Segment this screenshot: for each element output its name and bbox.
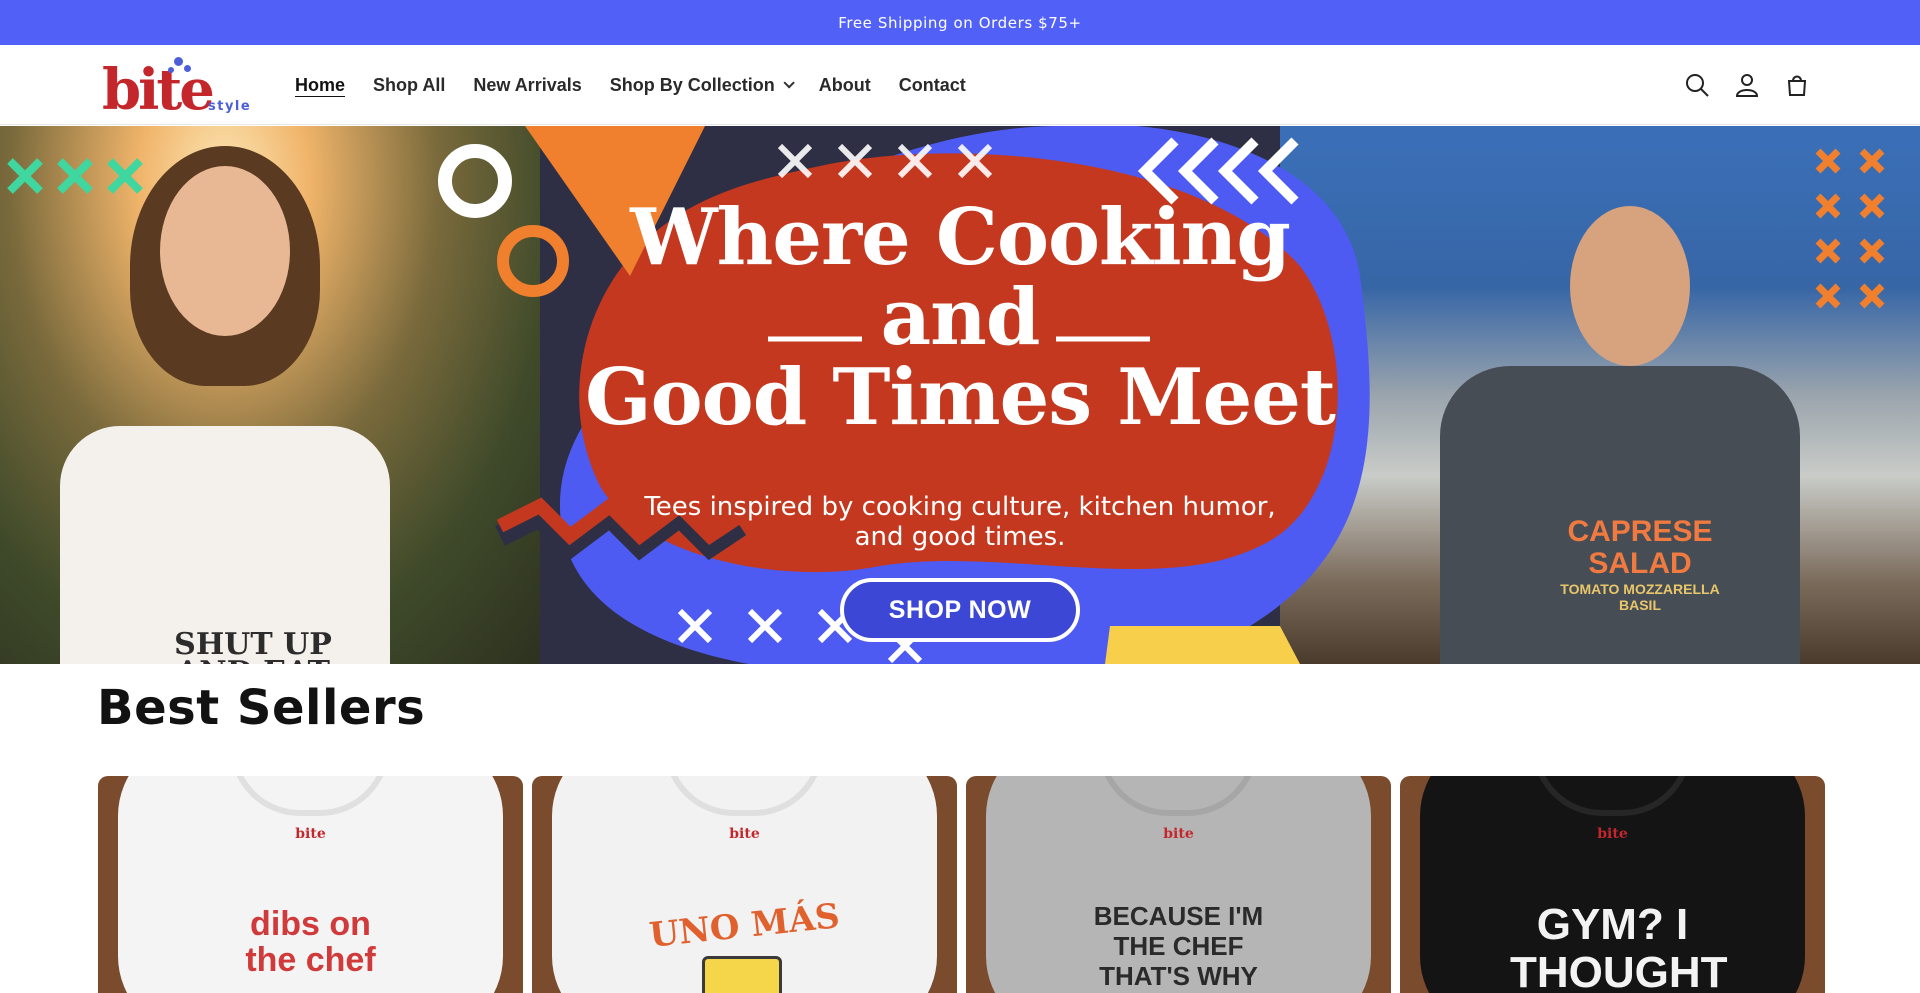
product-card[interactable]: bite dibs on the chef	[98, 776, 523, 993]
brand-subtitle: style	[208, 99, 252, 114]
hero-title-line: Where Cooking	[630, 192, 1291, 283]
header-icons	[1672, 45, 1822, 125]
tee-print-glass	[702, 956, 782, 993]
announcement-bar: Free Shipping on Orders $75+	[0, 0, 1920, 45]
tee-brand-label: bite	[729, 826, 760, 842]
brand-logo[interactable]: bite style	[102, 55, 252, 123]
nav-item-shop-all[interactable]: Shop All	[359, 65, 459, 105]
tee-print-text: BECAUSE I'M THE CHEF THAT'S WHY	[1093, 901, 1264, 991]
tee-print-text: GYM? I THOUGHT	[1510, 900, 1728, 993]
cart-icon[interactable]	[1772, 60, 1822, 110]
announcement-text: Free Shipping on Orders $75+	[838, 13, 1082, 32]
hero-title-line: and	[880, 272, 1041, 363]
nav-item-home[interactable]: Home	[281, 65, 359, 105]
hero-title-line: Good Times Meet	[585, 352, 1336, 443]
section-title-best-sellers: Best Sellers	[97, 680, 426, 736]
nav-item-shop-by-collection[interactable]: Shop By Collection	[596, 65, 805, 105]
brand-wordmark: bite	[102, 57, 215, 123]
hero-title: Where Cooking and Good Times Meet	[560, 198, 1360, 438]
product-card[interactable]: bite UNO MÁS	[532, 776, 957, 993]
site-header: bite style Home Shop All New Arrivals Sh…	[0, 45, 1920, 125]
shop-now-button[interactable]: SHOP NOW	[840, 578, 1080, 642]
logo-dot	[174, 57, 183, 66]
nav-item-label: Shop By Collection	[609, 74, 775, 95]
nav-item-about[interactable]: About	[805, 65, 885, 105]
logo-dot	[168, 67, 174, 73]
product-card[interactable]: bite GYM? I THOUGHT	[1400, 776, 1825, 993]
tee-brand-label: bite	[1597, 826, 1628, 842]
chevron-down-icon	[783, 77, 795, 89]
product-card[interactable]: bite BECAUSE I'M THE CHEF THAT'S WHY	[966, 776, 1391, 993]
hero-x-marks-green	[7, 158, 143, 194]
hero-subtitle: Tees inspired by cooking culture, kitche…	[644, 492, 1276, 552]
hero-yellow-shape	[1105, 626, 1300, 664]
main-nav: Home Shop All New Arrivals Shop By Colle…	[281, 45, 980, 125]
hero-x-marks-orange	[1815, 148, 1885, 309]
search-icon[interactable]	[1672, 60, 1722, 110]
nav-item-contact[interactable]: Contact	[885, 65, 980, 105]
nav-item-new-arrivals[interactable]: New Arrivals	[459, 65, 595, 105]
tee-brand-label: bite	[1163, 826, 1194, 842]
tee-print-text: dibs on the chef	[245, 905, 376, 979]
hero-ring-white	[438, 144, 512, 218]
hero-banner[interactable]: SHUT UP AND EAT CAPRESE SALAD TOMATO MOZ…	[0, 126, 1920, 664]
product-grid: bite dibs on the chef bite UNO MÁS bite …	[98, 776, 1825, 993]
tee-brand-label: bite	[295, 826, 326, 842]
logo-dot	[184, 65, 191, 72]
account-icon[interactable]	[1722, 60, 1772, 110]
